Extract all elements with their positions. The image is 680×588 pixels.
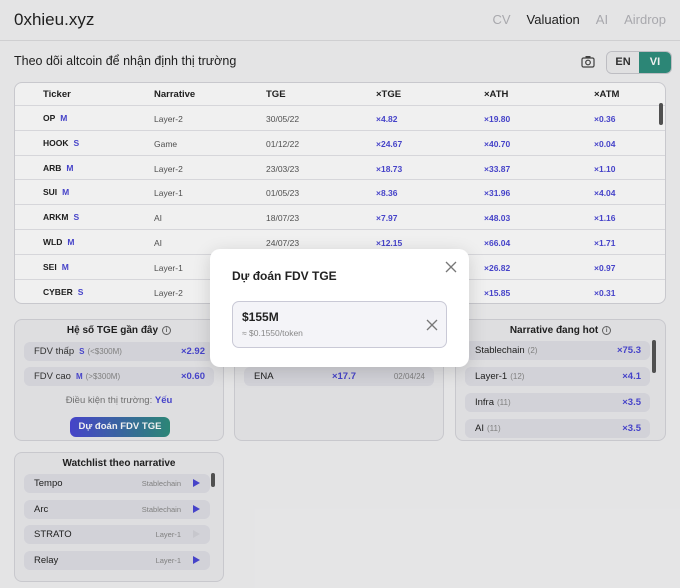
modal-title: Dự đoán FDV TGE [232, 269, 337, 283]
fdv-prediction-modal: Dự đoán FDV TGE $155M ≈ $0.1550/token [210, 249, 469, 367]
fdv-result-box: $155M ≈ $0.1550/token [232, 301, 447, 348]
fdv-value: $155M [242, 310, 279, 324]
close-icon[interactable] [445, 261, 457, 273]
price-per-token: ≈ $0.1550/token [242, 328, 303, 338]
clear-icon[interactable] [426, 319, 438, 331]
